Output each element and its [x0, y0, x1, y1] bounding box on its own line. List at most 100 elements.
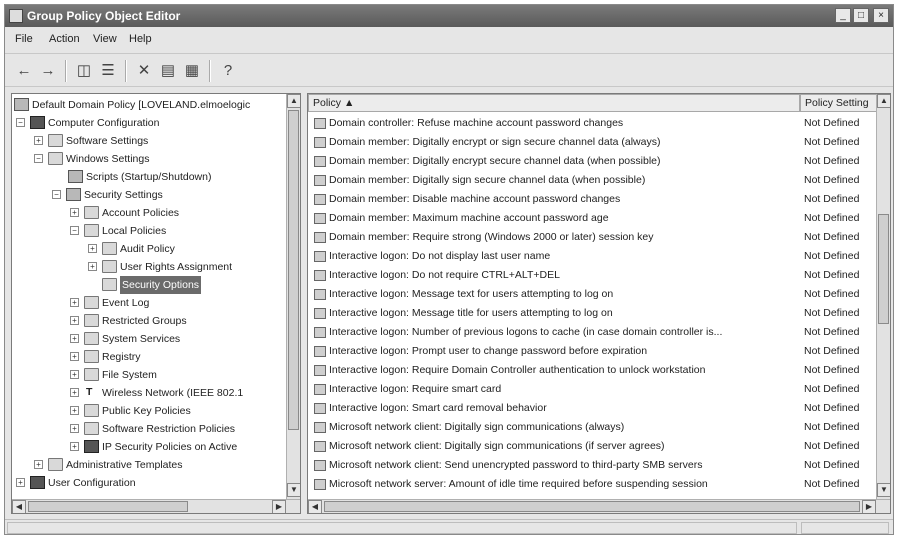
help-icon[interactable]: ?: [217, 61, 239, 81]
expand-icon[interactable]: +: [70, 424, 79, 433]
sort-ascending-icon: ▲: [343, 97, 355, 109]
table-row[interactable]: Interactive logon: Message title for use…: [308, 304, 878, 323]
policy-name: Interactive logon: Require Domain Contro…: [329, 364, 706, 376]
scroll-up-icon[interactable]: ▲: [877, 94, 890, 108]
expand-icon[interactable]: +: [70, 208, 79, 217]
policy-list-pane[interactable]: Policy ▲ Policy Setting Domain controlle…: [307, 93, 891, 514]
policy-setting-value: Not Defined: [804, 250, 860, 262]
scroll-up-icon[interactable]: ▲: [287, 94, 300, 108]
table-row[interactable]: Domain controller: Refuse machine accoun…: [308, 114, 878, 133]
table-row[interactable]: Domain member: Disable machine account p…: [308, 190, 878, 209]
policy-setting-value: Not Defined: [804, 364, 860, 376]
table-row[interactable]: Domain member: Digitally encrypt secure …: [308, 152, 878, 171]
policy-name: Interactive logon: Message title for use…: [329, 307, 613, 319]
maximize-button[interactable]: □: [853, 8, 869, 23]
title-bar[interactable]: Group Policy Object Editor _ □ ×: [5, 5, 893, 27]
policy-name: Domain member: Maximum machine account p…: [329, 212, 609, 224]
table-row[interactable]: Microsoft network client: Digitally sign…: [308, 437, 878, 456]
table-row[interactable]: Microsoft network server: Amount of idle…: [308, 475, 878, 494]
policy-setting-value: Not Defined: [804, 326, 860, 338]
expand-icon[interactable]: +: [16, 478, 25, 487]
toolbar: ← → ◫ ☰ ✕ ▤ ▦ ?: [5, 53, 893, 87]
forward-icon[interactable]: →: [37, 61, 59, 81]
menu-file[interactable]: File: [15, 33, 33, 45]
policy-icon: [14, 98, 29, 111]
table-row[interactable]: Domain member: Require strong (Windows 2…: [308, 228, 878, 247]
app-icon: [9, 9, 23, 23]
up-folder-icon[interactable]: ◫: [73, 61, 95, 81]
tree-vertical-scrollbar[interactable]: ▲ ▼: [286, 94, 300, 499]
expand-icon[interactable]: +: [70, 388, 79, 397]
minimize-button[interactable]: _: [835, 8, 851, 23]
collapse-icon[interactable]: −: [70, 226, 79, 235]
table-row[interactable]: Domain member: Maximum machine account p…: [308, 209, 878, 228]
expand-icon[interactable]: +: [88, 262, 97, 271]
menu-view[interactable]: View: [93, 33, 117, 45]
policy-name: Interactive logon: Smart card removal be…: [329, 402, 547, 414]
policy-setting-icon: [314, 213, 326, 224]
back-icon[interactable]: ←: [13, 61, 35, 81]
expand-icon[interactable]: +: [70, 442, 79, 451]
table-row[interactable]: Microsoft network client: Digitally sign…: [308, 418, 878, 437]
policy-setting-icon: [314, 327, 326, 338]
policy-setting-value: Not Defined: [804, 193, 860, 205]
show-hide-tree-icon[interactable]: ☰: [97, 61, 119, 81]
menu-action[interactable]: Action: [49, 33, 80, 45]
table-row[interactable]: Interactive logon: Number of previous lo…: [308, 323, 878, 342]
export-list-icon[interactable]: ▦: [181, 61, 203, 81]
status-cell: [801, 522, 889, 534]
policy-setting-icon: [314, 194, 326, 205]
computer-icon: [30, 116, 45, 129]
policy-setting-value: Not Defined: [804, 440, 860, 452]
scroll-thumb[interactable]: [878, 214, 889, 324]
table-row[interactable]: Interactive logon: Smart card removal be…: [308, 399, 878, 418]
expand-icon[interactable]: +: [70, 352, 79, 361]
scroll-left-icon[interactable]: ◀: [12, 500, 26, 513]
table-row[interactable]: Domain member: Digitally encrypt or sign…: [308, 133, 878, 152]
table-row[interactable]: Domain member: Digitally sign secure cha…: [308, 171, 878, 190]
tree-horizontal-scrollbar[interactable]: ◀ ▶: [12, 499, 300, 513]
expand-icon[interactable]: +: [34, 460, 43, 469]
scroll-thumb[interactable]: [324, 501, 860, 512]
folder-icon: [84, 332, 99, 345]
properties-icon[interactable]: ▤: [157, 61, 179, 81]
menu-help[interactable]: Help: [129, 33, 152, 45]
list-horizontal-scrollbar[interactable]: ◀ ▶: [308, 499, 890, 513]
close-button[interactable]: ×: [873, 8, 889, 23]
expand-icon[interactable]: +: [70, 316, 79, 325]
list-vertical-scrollbar[interactable]: ▲ ▼: [876, 94, 890, 499]
table-row[interactable]: Interactive logon: Prompt user to change…: [308, 342, 878, 361]
expand-icon[interactable]: +: [88, 244, 97, 253]
folder-icon: [48, 458, 63, 471]
tree-pane[interactable]: Default Domain Policy [LOVELAND.elmoelog…: [11, 93, 301, 514]
column-header-policy[interactable]: Policy ▲: [308, 94, 800, 112]
expand-icon[interactable]: +: [70, 334, 79, 343]
table-row[interactable]: Interactive logon: Require Domain Contro…: [308, 361, 878, 380]
collapse-icon[interactable]: −: [34, 154, 43, 163]
column-header-policy-setting[interactable]: Policy Setting: [800, 94, 878, 112]
scroll-down-icon[interactable]: ▼: [877, 483, 890, 497]
folder-icon: [84, 422, 99, 435]
expand-icon[interactable]: +: [34, 136, 43, 145]
expand-icon[interactable]: +: [70, 406, 79, 415]
expand-icon[interactable]: +: [70, 370, 79, 379]
policy-setting-icon: [314, 422, 326, 433]
delete-icon[interactable]: ✕: [133, 61, 155, 81]
policy-setting-icon: [314, 441, 326, 452]
expand-icon[interactable]: +: [70, 298, 79, 307]
table-row[interactable]: Interactive logon: Do not display last u…: [308, 247, 878, 266]
policy-setting-icon: [314, 460, 326, 471]
folder-icon: [84, 224, 99, 237]
scroll-thumb[interactable]: [288, 110, 299, 430]
collapse-icon[interactable]: −: [52, 190, 61, 199]
scroll-left-icon[interactable]: ◀: [308, 500, 322, 513]
scroll-right-icon[interactable]: ▶: [272, 500, 286, 513]
table-row[interactable]: Interactive logon: Do not require CTRL+A…: [308, 266, 878, 285]
table-row[interactable]: Interactive logon: Message text for user…: [308, 285, 878, 304]
collapse-icon[interactable]: −: [16, 118, 25, 127]
table-row[interactable]: Interactive logon: Require smart card Not…: [308, 380, 878, 399]
table-row[interactable]: Microsoft network client: Send unencrypt…: [308, 456, 878, 475]
scroll-right-icon[interactable]: ▶: [862, 500, 876, 513]
scroll-thumb[interactable]: [28, 501, 188, 512]
scroll-down-icon[interactable]: ▼: [287, 483, 300, 497]
